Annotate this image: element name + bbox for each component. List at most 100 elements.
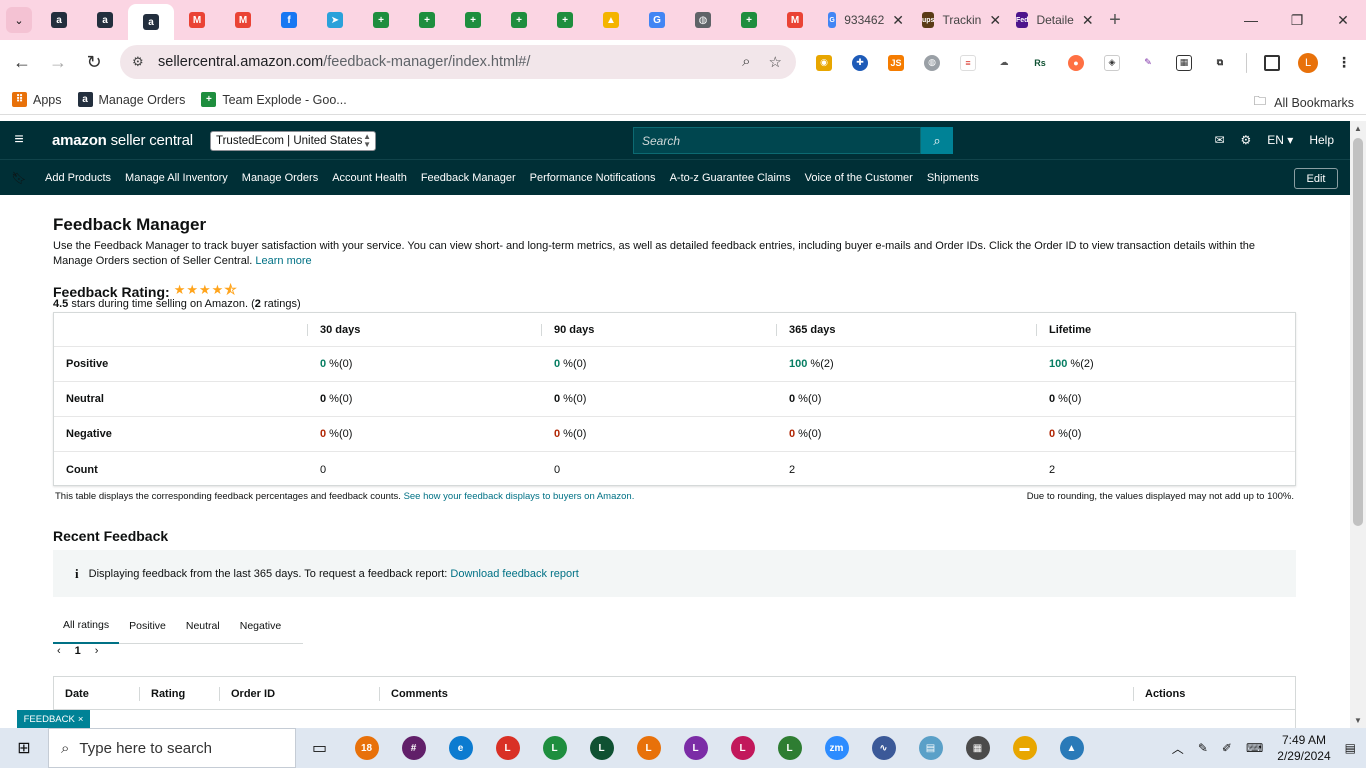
browser-tab[interactable]: + [496, 0, 542, 40]
browser-tab[interactable]: G 933462 ✕ [818, 0, 912, 40]
extension-orange-circle-icon[interactable]: ● [1058, 40, 1094, 85]
bookmark-flag-icon[interactable]: 🔖︎ [0, 171, 38, 185]
col-rating[interactable]: Rating [139, 687, 185, 701]
all-bookmarks-button[interactable]: 🗀 All Bookmarks [1254, 92, 1354, 113]
outlook-badge-icon[interactable]: 18 [343, 728, 390, 768]
chart-app-icon[interactable]: ∿ [860, 728, 907, 768]
browser-tab[interactable]: Fed Detaile ✕ [1006, 0, 1100, 40]
side-panel-icon[interactable] [1254, 40, 1290, 85]
extension-honey-icon[interactable]: ◉ [806, 40, 842, 85]
clock[interactable]: 7:49 AM 2/29/2024 [1277, 732, 1330, 764]
browser-tab[interactable]: ➤ [312, 0, 358, 40]
notepad-icon[interactable]: ▤ [907, 728, 954, 768]
close-icon[interactable]: × [78, 714, 84, 725]
close-tab-icon[interactable]: ✕ [892, 12, 904, 29]
calculator-icon[interactable]: ▦ [954, 728, 1001, 768]
browser-tab[interactable]: f [266, 0, 312, 40]
store-selector[interactable]: TrustedEcom | United States ▲ ▼ [210, 131, 376, 151]
page-scrollbar[interactable]: ▲ ▼ [1350, 121, 1366, 728]
chrome-icon[interactable]: L [625, 728, 672, 768]
seller-central-logo[interactable]: amazon seller central [52, 132, 193, 149]
help-link[interactable]: Help [1309, 133, 1334, 147]
browser-tab[interactable]: + [404, 0, 450, 40]
bookmark-star-icon[interactable]: ☆ [769, 53, 782, 71]
next-page-chevron-icon[interactable]: › [95, 645, 99, 657]
extension-blue-icon[interactable]: ✚ [842, 40, 878, 85]
nav-link[interactable]: Shipments [920, 172, 986, 184]
extension-qr-icon[interactable]: ▦ [1166, 40, 1202, 85]
nav-link[interactable]: Manage Orders [235, 172, 325, 184]
prev-page-chevron-icon[interactable]: ‹ [57, 645, 61, 657]
browser-tab[interactable]: ▲ [588, 0, 634, 40]
browser-tab[interactable]: a [36, 0, 82, 40]
browser-tab[interactable]: + [726, 0, 772, 40]
restore-icon[interactable]: ❐ [1274, 0, 1320, 40]
bookmark-item[interactable]: a Manage Orders [70, 92, 194, 107]
nav-link[interactable]: A-to-z Guarantee Claims [663, 172, 798, 184]
pen-menu-icon[interactable]: ✐ [1222, 741, 1232, 755]
address-bar[interactable]: ⚙ sellercentral.amazon.com/feedback-mana… [120, 45, 796, 79]
keyboard-icon[interactable]: ⌨ [1246, 741, 1263, 755]
browser-tab[interactable]: ups Trackin ✕ [912, 0, 1006, 40]
profile-avatar[interactable]: L [1290, 40, 1326, 85]
edit-nav-button[interactable]: Edit [1294, 168, 1338, 189]
forward-arrow-icon[interactable]: → [40, 52, 76, 73]
photos-icon[interactable]: ▲ [1048, 728, 1095, 768]
extension-js-icon[interactable]: JS [878, 40, 914, 85]
filter-tab[interactable]: Negative [230, 608, 291, 644]
extension-globe-icon[interactable]: ◍ [914, 40, 950, 85]
site-settings-icon[interactable]: ⚙ [132, 54, 158, 70]
chrome-icon[interactable]: L [719, 728, 766, 768]
download-report-link[interactable]: Download feedback report [450, 568, 578, 580]
learn-more-link[interactable]: Learn more [255, 255, 311, 267]
chrome-icon[interactable]: L [531, 728, 578, 768]
seller-search-input[interactable]: Search [633, 127, 921, 154]
nav-link[interactable]: Voice of the Customer [798, 172, 920, 184]
notifications-icon[interactable]: ▤ [1345, 741, 1356, 755]
browser-tab[interactable]: + [542, 0, 588, 40]
chrome-icon[interactable]: L [672, 728, 719, 768]
gear-icon[interactable]: ⚙ [1241, 133, 1252, 147]
chrome-icon[interactable]: L [578, 728, 625, 768]
scroll-down-arrow-icon[interactable]: ▼ [1354, 716, 1362, 725]
nav-link[interactable]: Account Health [325, 172, 414, 184]
filter-tab[interactable]: Positive [119, 608, 176, 644]
extension-rs-icon[interactable]: Rs [1022, 40, 1058, 85]
browser-tab[interactable]: + [358, 0, 404, 40]
browser-tab[interactable]: G [634, 0, 680, 40]
new-tab-plus-icon[interactable]: + [1100, 9, 1130, 32]
file-explorer-icon[interactable]: ▬ [1001, 728, 1048, 768]
chrome-icon[interactable]: L [484, 728, 531, 768]
browser-tab[interactable]: M [772, 0, 818, 40]
slack-icon[interactable]: # [390, 728, 437, 768]
current-page[interactable]: 1 [75, 645, 81, 657]
extension-logo-icon[interactable]: ◈ [1094, 40, 1130, 85]
task-view-icon[interactable]: ▭ [296, 728, 343, 768]
browser-tab[interactable]: ◍ [680, 0, 726, 40]
scrollbar-thumb[interactable] [1353, 138, 1363, 526]
nav-link[interactable]: Performance Notifications [523, 172, 663, 184]
tray-chevron-up-icon[interactable]: ︿ [1172, 740, 1184, 757]
taskbar-search[interactable]: ⌕ Type here to search [48, 728, 296, 768]
extension-cloud-icon[interactable]: ☁ [986, 40, 1022, 85]
col-date[interactable]: Date [54, 687, 89, 701]
back-arrow-icon[interactable]: ← [4, 52, 40, 73]
filter-tab[interactable]: All ratings [53, 608, 120, 644]
bookmark-item[interactable]: + Team Explode - Goo... [193, 92, 354, 107]
bookmark-item[interactable]: ⠿ Apps [4, 92, 70, 107]
nav-link[interactable]: Add Products [38, 172, 118, 184]
browser-tab[interactable]: a [82, 0, 128, 40]
extension-lines-icon[interactable]: ≡ [950, 40, 986, 85]
tab-search-chevron-icon[interactable]: ⌄ [6, 7, 32, 33]
scroll-up-arrow-icon[interactable]: ▲ [1354, 124, 1362, 133]
nav-link[interactable]: Manage All Inventory [118, 172, 235, 184]
windows-start-icon[interactable]: ⊞ [0, 738, 48, 758]
edge-icon[interactable]: e [437, 728, 484, 768]
browser-tab[interactable]: + [450, 0, 496, 40]
close-tab-icon[interactable]: ✕ [1082, 12, 1094, 29]
feedback-display-link[interactable]: See how your feedback displays to buyers… [404, 491, 635, 502]
reload-icon[interactable]: ↻ [76, 52, 112, 73]
hamburger-menu-icon[interactable]: ≡ [0, 131, 38, 149]
close-window-icon[interactable]: ✕ [1320, 0, 1366, 40]
browser-tab[interactable]: M [174, 0, 220, 40]
